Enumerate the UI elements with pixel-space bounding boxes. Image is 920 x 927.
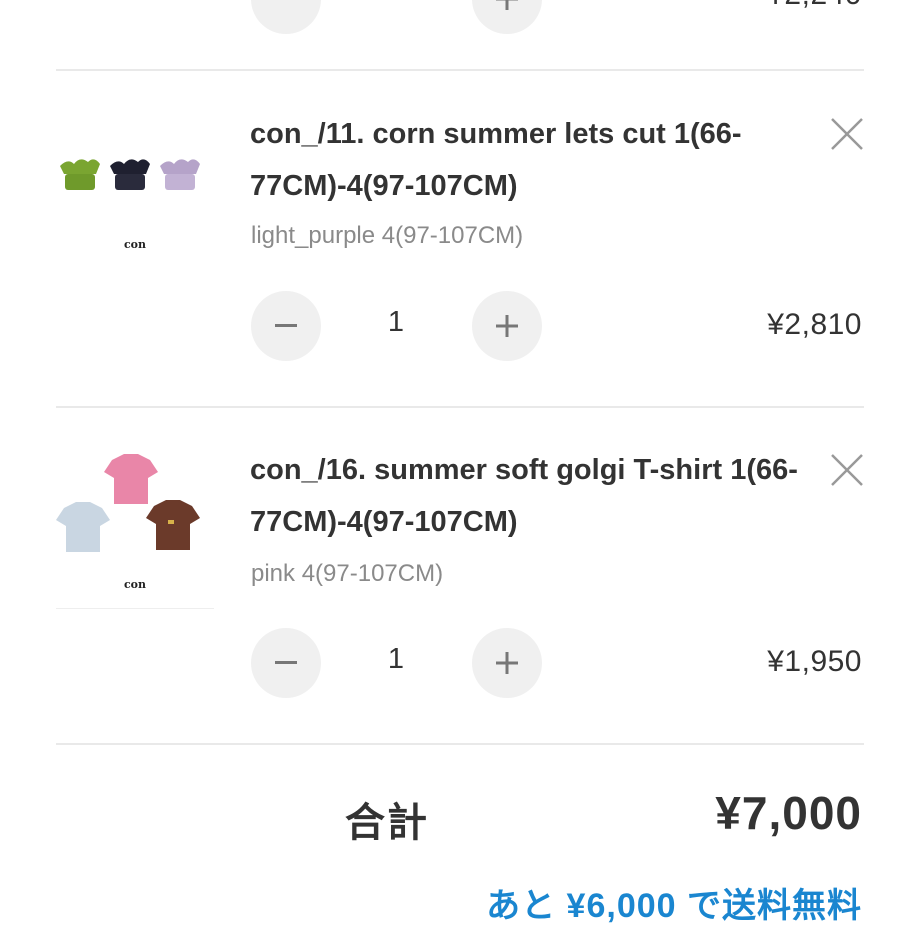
- close-icon: [831, 118, 863, 150]
- plus-icon: [496, 315, 518, 337]
- product-variant: light_purple 4(97-107CM): [251, 222, 524, 249]
- minus-icon: [275, 324, 297, 327]
- decrease-quantity-button[interactable]: [251, 291, 321, 361]
- plus-icon: [496, 0, 518, 10]
- product-image: [60, 159, 200, 190]
- product-thumbnail[interactable]: con: [56, 450, 214, 609]
- brand-caption: con: [123, 578, 147, 591]
- decrease-quantity-button[interactable]: [251, 0, 321, 34]
- cart-item-partial: ¥2,240: [0, 0, 920, 70]
- remove-item-button[interactable]: [826, 449, 868, 491]
- quantity-value: 1: [387, 306, 405, 338]
- increase-quantity-button[interactable]: [472, 291, 542, 361]
- remove-item-button[interactable]: [826, 113, 868, 155]
- divider: [56, 743, 864, 745]
- decrease-quantity-button[interactable]: [251, 628, 321, 698]
- item-price: ¥1,950: [767, 645, 862, 678]
- cart-page: ¥2,240 con con_/11. corn summer lets cut…: [0, 0, 920, 925]
- minus-icon: [275, 661, 297, 664]
- increase-quantity-button[interactable]: [472, 628, 542, 698]
- brand-caption: con: [123, 238, 147, 251]
- product-thumbnail[interactable]: con: [56, 120, 214, 278]
- cart-item: con con_/16. summer soft golgi T-shirt 1…: [0, 408, 920, 744]
- product-title[interactable]: con_/16. summer soft golgi T-shirt 1(66-…: [250, 444, 810, 548]
- item-price: ¥2,810: [767, 308, 862, 341]
- quantity-value: 1: [387, 643, 405, 675]
- total-label: 合計: [345, 801, 429, 845]
- product-image: [56, 454, 200, 552]
- cart-item: con con_/11. corn summer lets cut 1(66-7…: [0, 70, 920, 408]
- total-value: ¥7,000: [715, 787, 862, 839]
- product-variant: pink 4(97-107CM): [251, 560, 444, 587]
- increase-quantity-button[interactable]: [472, 0, 542, 34]
- item-price: ¥2,240: [767, 0, 862, 12]
- product-title[interactable]: con_/11. corn summer lets cut 1(66-77CM)…: [250, 108, 810, 212]
- minus-icon: [275, 0, 297, 1]
- plus-icon: [496, 652, 518, 674]
- close-icon: [831, 454, 863, 486]
